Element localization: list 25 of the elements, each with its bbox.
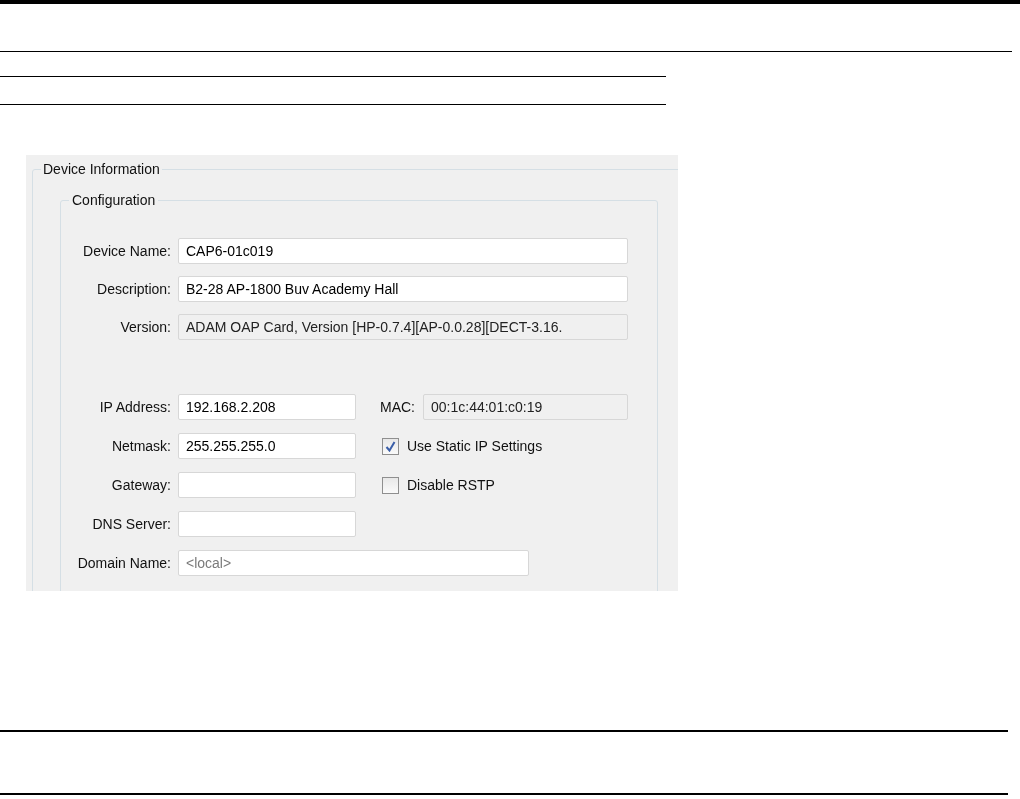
field-label: Device Name:	[82, 241, 171, 261]
field-label: Netmask:	[110, 436, 171, 456]
field-label: Domain Name:	[76, 553, 171, 573]
checkbox[interactable]	[382, 476, 399, 494]
input-field[interactable]: 255.255.255.0	[178, 433, 356, 459]
field-label: Gateway:	[110, 475, 171, 495]
input-field[interactable]: <local>	[178, 550, 529, 576]
field-label: IP Address:	[98, 397, 171, 417]
readonly-field[interactable]: ADAM OAP Card, Version [HP-0.7.4][AP-0.0.28][DECT-3.16.	[178, 314, 628, 340]
group-title: Configuration	[71, 191, 157, 210]
field-label: MAC:	[380, 397, 415, 417]
input-field[interactable]: CAP6-01c019	[178, 238, 628, 264]
field-label: Version:	[119, 317, 171, 337]
checkbox[interactable]	[382, 437, 399, 455]
input-field[interactable]: B2-28 AP-1800 Buv Academy Hall	[178, 276, 628, 302]
input-field[interactable]	[178, 472, 356, 498]
checkbox-label: Disable RSTP	[407, 475, 495, 495]
field-label: Description:	[96, 279, 171, 299]
field-label: DNS Server:	[91, 514, 171, 534]
group-title: Device Information	[42, 160, 161, 179]
checkmark-icon	[385, 440, 396, 452]
checkbox-label: Use Static IP Settings	[407, 436, 543, 456]
input-field[interactable]	[178, 511, 356, 537]
input-field[interactable]: 192.168.2.208	[178, 394, 356, 420]
readonly-field[interactable]: 00:1c:44:01:c0:19	[423, 394, 628, 420]
